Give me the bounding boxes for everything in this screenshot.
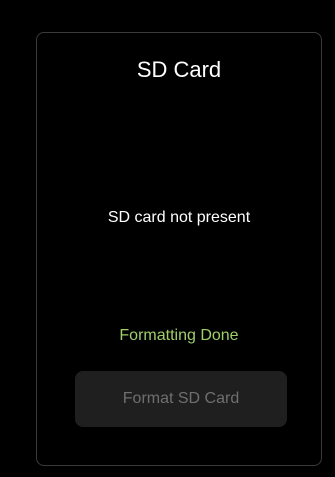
- page: SD Card SD card not present Formatting D…: [0, 0, 335, 477]
- sd-card-status: SD card not present: [107, 209, 251, 226]
- sd-card-panel: SD Card SD card not present Formatting D…: [36, 32, 322, 466]
- format-sd-card-button[interactable]: Format SD Card: [75, 371, 287, 427]
- formatting-status: Formatting Done: [119, 327, 239, 344]
- panel-title: SD Card: [136, 57, 222, 82]
